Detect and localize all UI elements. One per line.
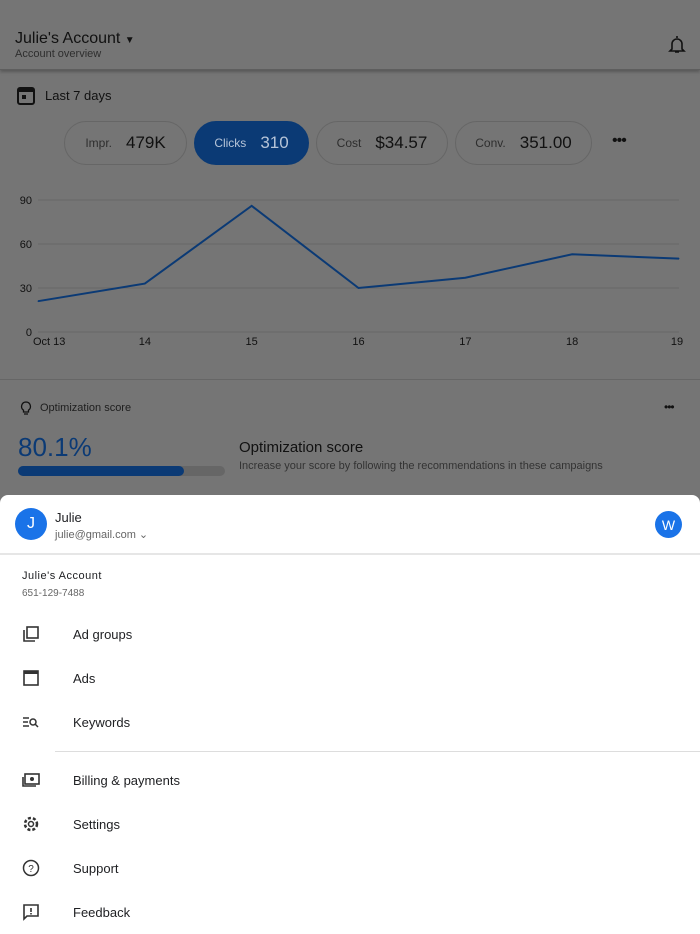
data-point [571, 253, 573, 255]
menu-item-label: Ads [73, 670, 96, 686]
menu-item-label: Ad groups [73, 626, 133, 642]
y-tick-label: 30 [20, 283, 32, 295]
optimization-description: Increase your score by following the rec… [239, 460, 603, 472]
account-bottom-sheet: J Julie julie@gmail.com ⌄ W Julie's Acco… [0, 495, 700, 934]
x-tick-label: 17 [459, 336, 471, 348]
more-metrics-icon[interactable]: ••• [612, 132, 627, 150]
metric-value: 351.00 [519, 133, 572, 152]
metric-chip-impressions[interactable]: Impr. 479K [64, 121, 187, 165]
ad-groups-icon [0, 625, 73, 643]
notification-bell-icon[interactable] [668, 35, 686, 55]
app-header: Julie's Account ▼ Account overview [0, 0, 700, 70]
y-tick-label: 90 [20, 195, 32, 207]
menu-item-billing[interactable]: Billing & payments [0, 758, 700, 802]
data-point [251, 205, 253, 207]
menu-item-ad-groups[interactable]: Ad groups [0, 612, 700, 656]
date-range-selector[interactable]: Last 7 days [17, 85, 112, 105]
data-point [358, 287, 359, 289]
dropdown-icon: ▼ [124, 35, 135, 46]
account-name: Julie's Account [22, 570, 102, 582]
account-email-dropdown[interactable]: julie@gmail.com ⌄ [55, 528, 148, 541]
data-point [37, 300, 39, 302]
account-title: Julie's Account [15, 30, 121, 47]
score-progress-bar [18, 466, 225, 476]
x-tick-label: 15 [246, 336, 258, 348]
feedback-icon [0, 903, 73, 921]
account-id: 651-129-7488 [22, 588, 85, 599]
menu-item-label: Keywords [73, 714, 131, 730]
metric-value: 479K [125, 133, 166, 152]
optimization-card-header: Optimization score [40, 402, 132, 414]
metric-label: Cost [336, 136, 362, 150]
x-tick-label: 19 [671, 336, 683, 348]
data-point [464, 277, 466, 279]
score-progress-fill [18, 466, 184, 476]
metric-label: Clicks [214, 136, 247, 150]
help-icon: ? [0, 859, 73, 877]
svg-text:?: ? [28, 864, 34, 875]
billing-icon [0, 771, 73, 789]
menu-item-label: Feedback [73, 904, 131, 920]
page-subtitle: Account overview [15, 48, 102, 60]
user-email: julie@gmail.com [55, 529, 136, 541]
ads-icon [0, 669, 73, 687]
divider [55, 751, 700, 752]
x-tick-label: 14 [139, 336, 151, 348]
lightbulb-icon [20, 401, 32, 415]
menu-item-settings[interactable]: Settings [0, 802, 700, 846]
metric-value: 310 [260, 133, 289, 152]
y-tick-label: 60 [20, 239, 32, 251]
metric-chip-conversions[interactable]: Conv. 351.00 [455, 121, 592, 165]
menu-item-label: Support [73, 860, 119, 876]
divider [0, 553, 700, 555]
metric-chip-cost[interactable]: Cost $34.57 [316, 121, 448, 165]
metric-label: Impr. [85, 136, 112, 150]
user-avatar: J [15, 508, 47, 540]
y-tick-label: 0 [26, 327, 32, 339]
optimization-score-value: 80.1% [18, 432, 92, 462]
menu-item-support[interactable]: ? Support [0, 846, 700, 890]
optimization-title: Optimization score [239, 439, 364, 456]
data-point [678, 258, 680, 260]
x-tick-label: Oct 13 [33, 336, 65, 348]
clicks-series-line [37, 204, 680, 303]
chevron-down-icon: ⌄ [138, 529, 149, 541]
keyword-search-icon [0, 713, 73, 731]
metric-chip-clicks[interactable]: Clicks 310 [194, 121, 309, 165]
workspace-avatar[interactable]: W [655, 511, 682, 538]
metric-value: $34.57 [375, 133, 428, 152]
gear-icon [0, 815, 73, 833]
menu-item-keywords[interactable]: Keywords [0, 700, 700, 744]
menu-item-label: Billing & payments [73, 772, 180, 788]
data-point [144, 283, 146, 285]
x-tick-label: 16 [352, 336, 364, 348]
menu-item-feedback[interactable]: Feedback [0, 890, 700, 934]
clicks-line-chart: 0 30 60 90 Oct 13 14 15 16 17 18 19 [20, 195, 683, 348]
menu-item-ads[interactable]: Ads [0, 656, 700, 700]
x-tick-label: 18 [566, 336, 578, 348]
card-more-icon[interactable]: ••• [664, 400, 675, 414]
menu-item-label: Settings [73, 816, 120, 832]
user-name: Julie [55, 510, 82, 525]
account-switcher[interactable]: Julie's Account ▼ [15, 30, 135, 48]
calendar-icon [17, 87, 35, 105]
date-range-label: Last 7 days [45, 87, 112, 103]
metric-label: Conv. [475, 136, 506, 150]
divider [0, 379, 700, 380]
